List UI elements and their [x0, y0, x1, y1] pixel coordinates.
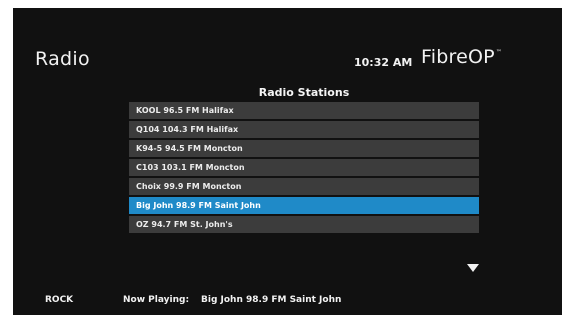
- brand-logo: FibreOP™: [421, 46, 502, 68]
- station-label: KOOL 96.5 FM Halifax: [136, 106, 234, 115]
- station-item[interactable]: Q104 104.3 FM Halifax: [129, 121, 479, 138]
- station-item[interactable]: KOOL 96.5 FM Halifax: [129, 102, 479, 119]
- station-item[interactable]: K94-5 94.5 FM Moncton: [129, 140, 479, 157]
- now-playing-value: Big John 98.9 FM Saint John: [201, 295, 342, 305]
- page-title: Radio: [35, 48, 90, 70]
- station-label: OZ 94.7 FM St. John's: [136, 220, 233, 229]
- clock-time: 10:32 AM: [354, 56, 413, 69]
- station-item[interactable]: OZ 94.7 FM St. John's: [129, 216, 479, 233]
- station-label: Choix 99.9 FM Moncton: [136, 182, 242, 191]
- station-item[interactable]: Big John 98.9 FM Saint John: [129, 197, 479, 214]
- tv-screen: Radio 10:32 AM FibreOP™ Radio Stations K…: [13, 8, 562, 315]
- station-label: Q104 104.3 FM Halifax: [136, 125, 239, 134]
- now-playing-label: Now Playing:: [123, 295, 190, 305]
- station-item[interactable]: Choix 99.9 FM Moncton: [129, 178, 479, 195]
- station-label: C103 103.1 FM Moncton: [136, 163, 245, 172]
- station-list: KOOL 96.5 FM Halifax Q104 104.3 FM Halif…: [129, 102, 479, 235]
- brand-name: FibreOP: [421, 46, 495, 68]
- station-label: K94-5 94.5 FM Moncton: [136, 144, 243, 153]
- list-title: Radio Stations: [258, 86, 350, 99]
- triangle-down-icon[interactable]: [467, 264, 479, 272]
- genre-label: ROCK: [45, 295, 74, 305]
- station-label: Big John 98.9 FM Saint John: [136, 201, 261, 210]
- station-item[interactable]: C103 103.1 FM Moncton: [129, 159, 479, 176]
- brand-trademark: ™: [495, 49, 502, 56]
